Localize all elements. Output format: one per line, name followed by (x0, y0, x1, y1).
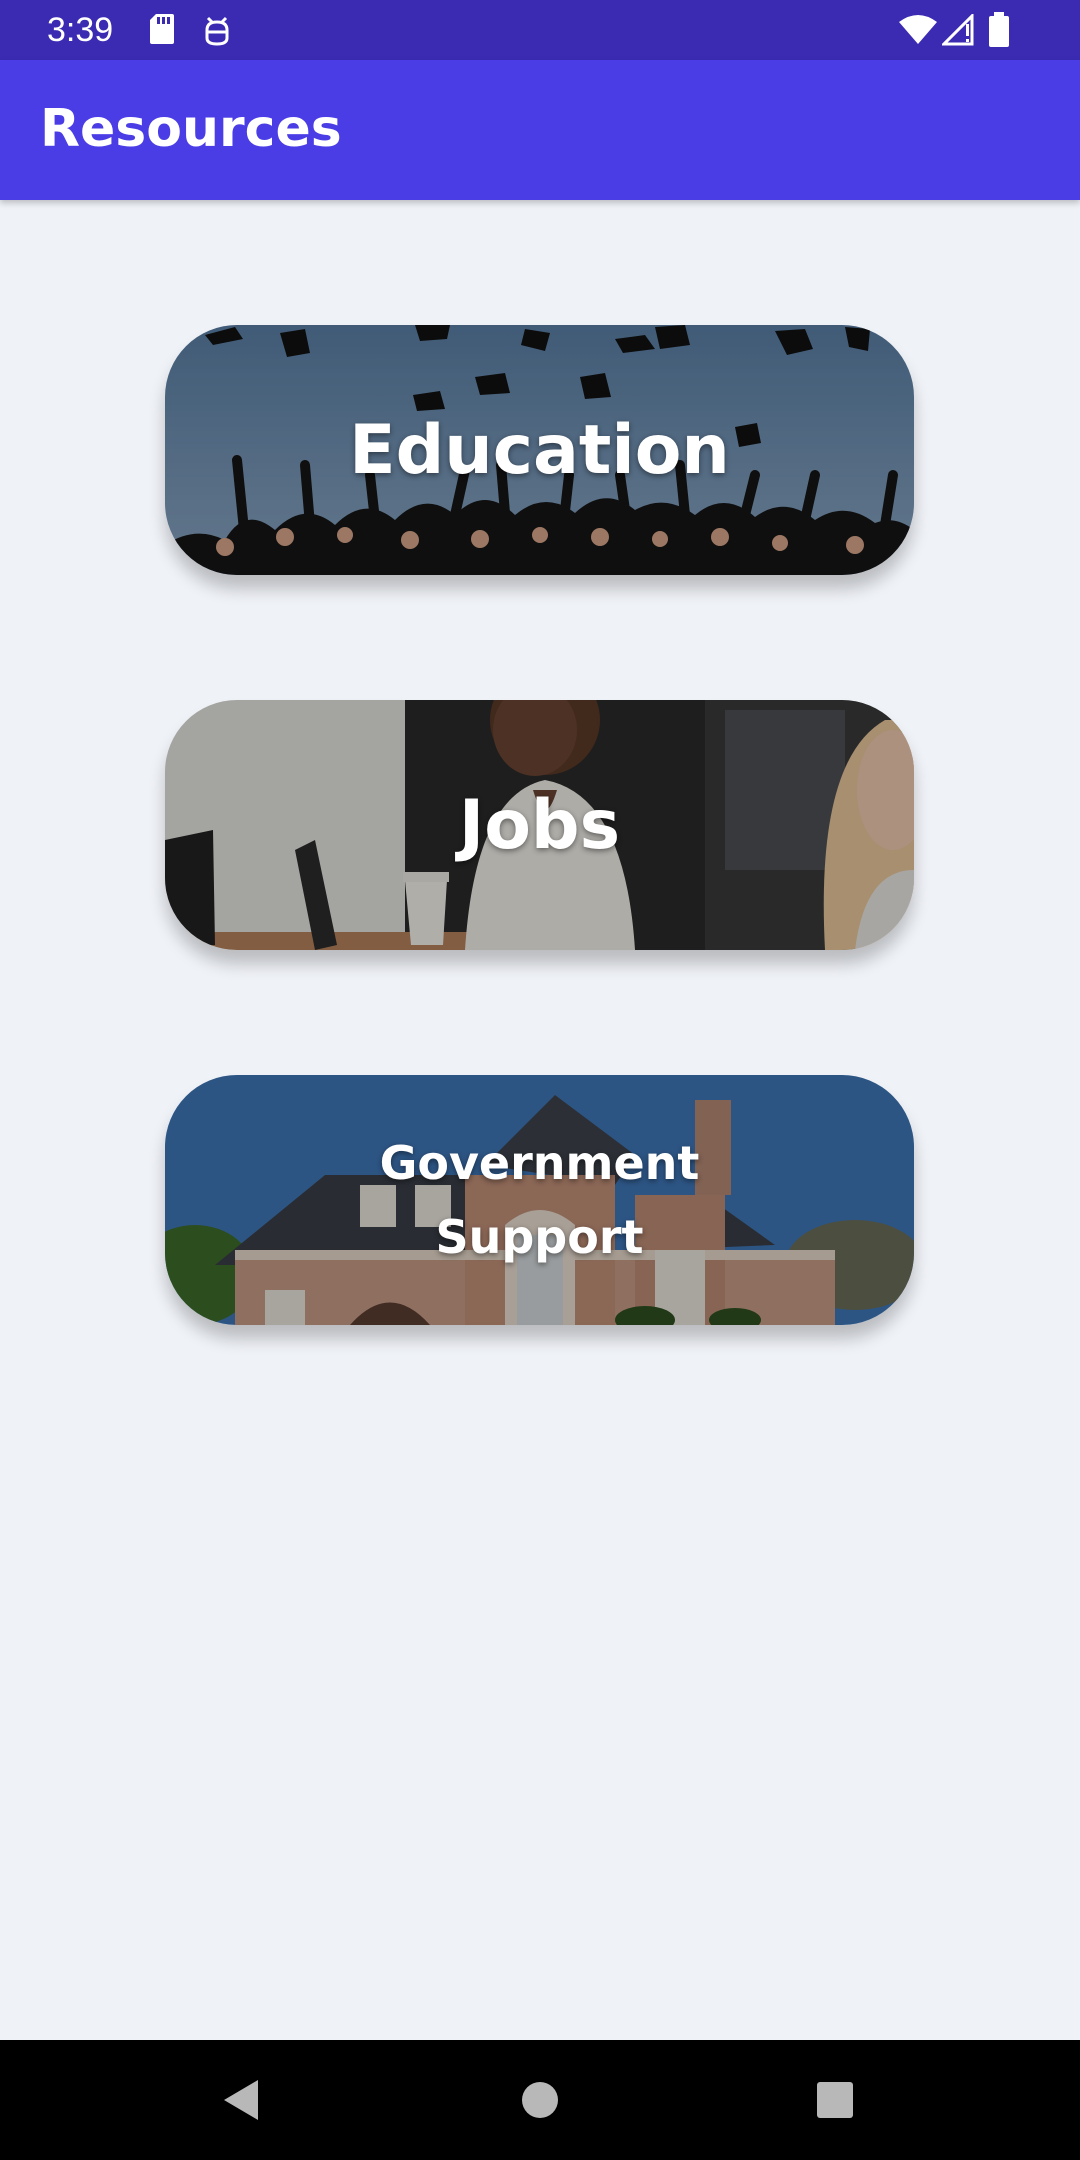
cell-signal-icon (940, 12, 976, 50)
government-support-card[interactable]: Government Support (165, 1075, 914, 1325)
home-icon[interactable] (510, 2070, 570, 2130)
wifi-icon (898, 14, 938, 50)
android-debug-icon (203, 12, 231, 50)
status-bar: 3:39 (0, 0, 1080, 60)
back-icon[interactable] (210, 2070, 270, 2130)
status-time: 3:39 (47, 11, 114, 49)
navigation-bar (0, 2040, 1080, 2160)
government-support-label: Government Support (379, 1136, 700, 1264)
app-bar: Resources (0, 60, 1080, 200)
page-title: Resources (40, 99, 342, 159)
battery-icon (988, 12, 1010, 52)
sd-card-icon (148, 12, 176, 50)
education-card[interactable]: Education (165, 325, 914, 575)
education-label: Education (349, 410, 730, 490)
jobs-card[interactable]: Jobs (165, 700, 914, 950)
jobs-label: Jobs (458, 785, 621, 865)
recents-icon[interactable] (805, 2070, 865, 2130)
